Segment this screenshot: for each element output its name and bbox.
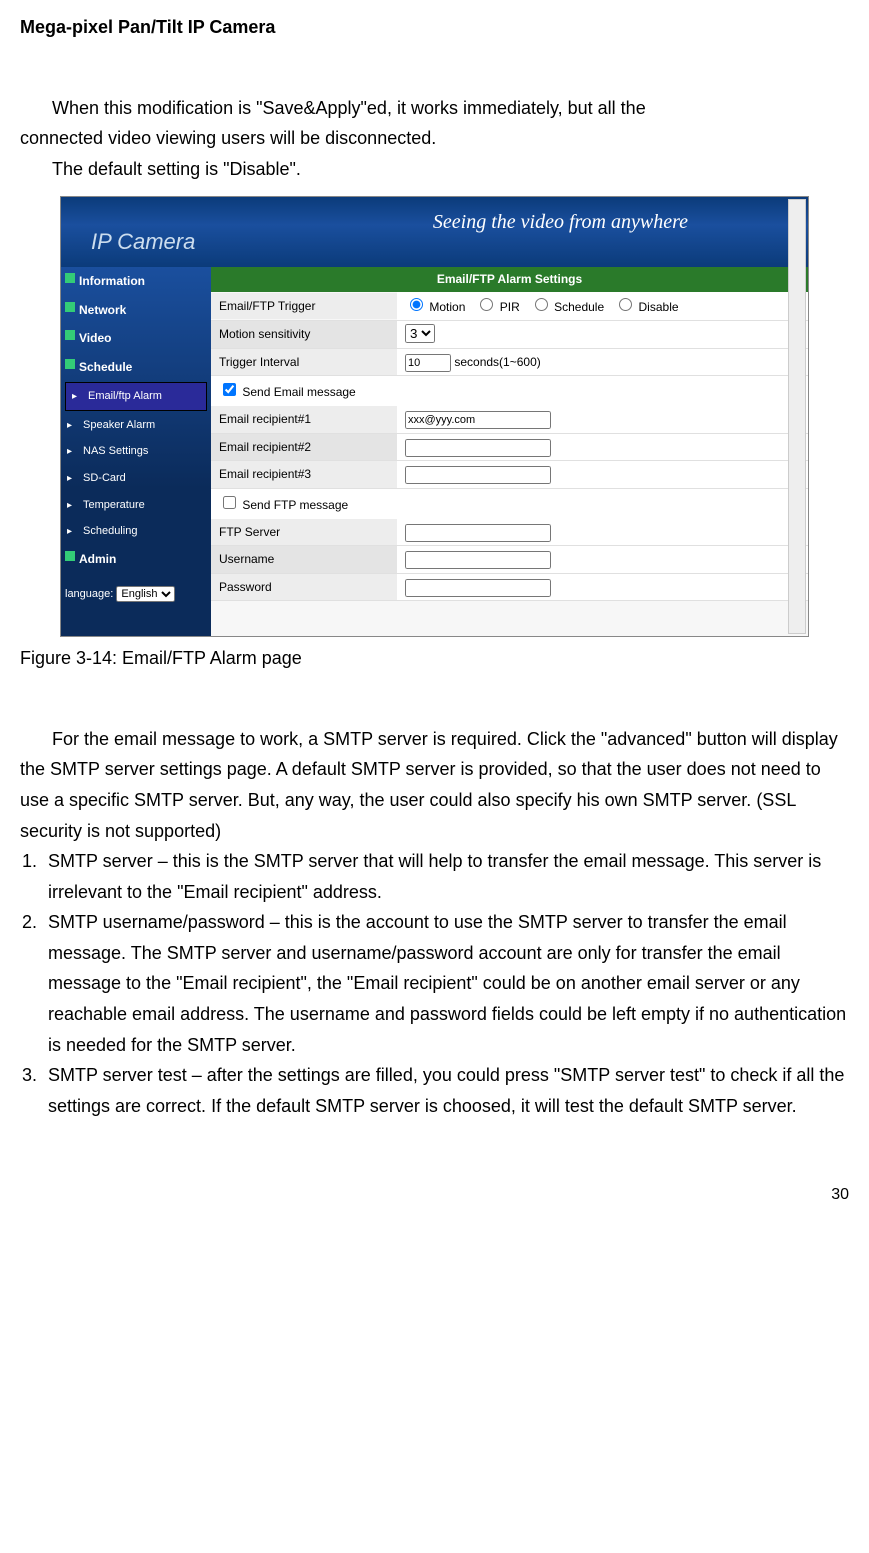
page-number: 30 (20, 1181, 849, 1208)
list-item-2: SMTP username/password – this is the acc… (42, 907, 849, 1060)
nav-nas-settings[interactable]: ▸NAS Settings (61, 438, 211, 465)
language-label: language: (65, 588, 113, 600)
slogan-text: Seeing the video from anywhere (433, 205, 688, 239)
recipient1-label: Email recipient#1 (211, 406, 397, 432)
language-select[interactable]: English (116, 586, 175, 602)
arrow-icon: ▸ (72, 388, 77, 405)
recipient2-label: Email recipient#2 (211, 434, 397, 460)
ftp-server-label: FTP Server (211, 519, 397, 545)
radio-disable[interactable]: Disable (614, 300, 678, 314)
section-title: Email/FTP Alarm Settings (211, 267, 808, 291)
list-item-1: SMTP server – this is the SMTP server th… (42, 846, 849, 907)
interval-field: seconds(1~600) (397, 349, 808, 375)
username-label: Username (211, 546, 397, 572)
sidebar: Information Network Video Schedule ▸Emai… (61, 267, 211, 636)
send-ftp-row: Send FTP message (211, 489, 808, 519)
interval-suffix: seconds(1~600) (454, 355, 540, 369)
doc-header: Mega-pixel Pan/Tilt IP Camera (20, 0, 849, 43)
paragraph-1-b: connected video viewing users will be di… (20, 123, 849, 154)
expand-icon (65, 302, 75, 312)
nav-scheduling[interactable]: ▸Scheduling (61, 518, 211, 545)
nav-network[interactable]: Network (61, 296, 211, 324)
nav-video[interactable]: Video (61, 324, 211, 352)
nav-admin[interactable]: Admin (61, 545, 211, 573)
expand-icon (65, 330, 75, 340)
list-item-3: SMTP server test – after the settings ar… (42, 1060, 849, 1121)
paragraph-1-a: When this modification is "Save&Apply"ed… (20, 93, 849, 124)
figure-caption: Figure 3-14: Email/FTP Alarm page (20, 643, 849, 674)
arrow-icon: ▸ (67, 443, 72, 460)
arrow-icon: ▸ (67, 523, 72, 540)
expand-icon (65, 359, 75, 369)
nav-schedule[interactable]: Schedule (61, 353, 211, 381)
recipient1-input[interactable] (405, 411, 551, 429)
expand-icon (65, 551, 75, 561)
paragraph-3: For the email message to work, a SMTP se… (20, 724, 849, 846)
banner: IP Camera Seeing the video from anywhere (61, 197, 808, 267)
interval-input[interactable] (405, 354, 451, 372)
settings-panel: Email/FTP Alarm Settings Email/FTP Trigg… (211, 267, 808, 636)
trigger-label: Email/FTP Trigger (211, 293, 397, 319)
recipient3-label: Email recipient#3 (211, 461, 397, 487)
send-email-row: Send Email message (211, 376, 808, 406)
username-input[interactable] (405, 551, 551, 569)
recipient2-input[interactable] (405, 439, 551, 457)
recipient3-input[interactable] (405, 466, 551, 484)
interval-label: Trigger Interval (211, 349, 397, 375)
send-email-checkbox[interactable]: Send Email message (219, 385, 356, 399)
motion-label: Motion sensitivity (211, 321, 397, 347)
arrow-icon: ▸ (67, 497, 72, 514)
nav-sd-card[interactable]: ▸SD-Card (61, 465, 211, 492)
nav-speaker-alarm[interactable]: ▸Speaker Alarm (61, 412, 211, 439)
paragraph-2: The default setting is "Disable". (20, 154, 849, 185)
motion-select[interactable]: 3 (405, 324, 435, 343)
password-input[interactable] (405, 579, 551, 597)
radio-motion[interactable]: Motion (405, 300, 465, 314)
screenshot-figure: IP Camera Seeing the video from anywhere… (60, 196, 809, 637)
nav-information[interactable]: Information (61, 267, 211, 295)
expand-icon (65, 273, 75, 283)
scrollbar[interactable] (788, 199, 806, 634)
trigger-field: Motion PIR Schedule Disable (397, 292, 808, 320)
ftp-server-input[interactable] (405, 524, 551, 542)
password-label: Password (211, 574, 397, 600)
brand-logo: IP Camera (91, 223, 195, 260)
send-ftp-checkbox[interactable]: Send FTP message (219, 498, 348, 512)
language-row: language: English (61, 573, 211, 616)
motion-field: 3 (397, 321, 808, 347)
arrow-icon: ▸ (67, 470, 72, 487)
nav-email-alarm[interactable]: ▸Email/ftp Alarm (65, 382, 207, 411)
radio-schedule[interactable]: Schedule (530, 300, 604, 314)
radio-pir[interactable]: PIR (475, 300, 519, 314)
nav-temperature[interactable]: ▸Temperature (61, 492, 211, 519)
arrow-icon: ▸ (67, 417, 72, 434)
